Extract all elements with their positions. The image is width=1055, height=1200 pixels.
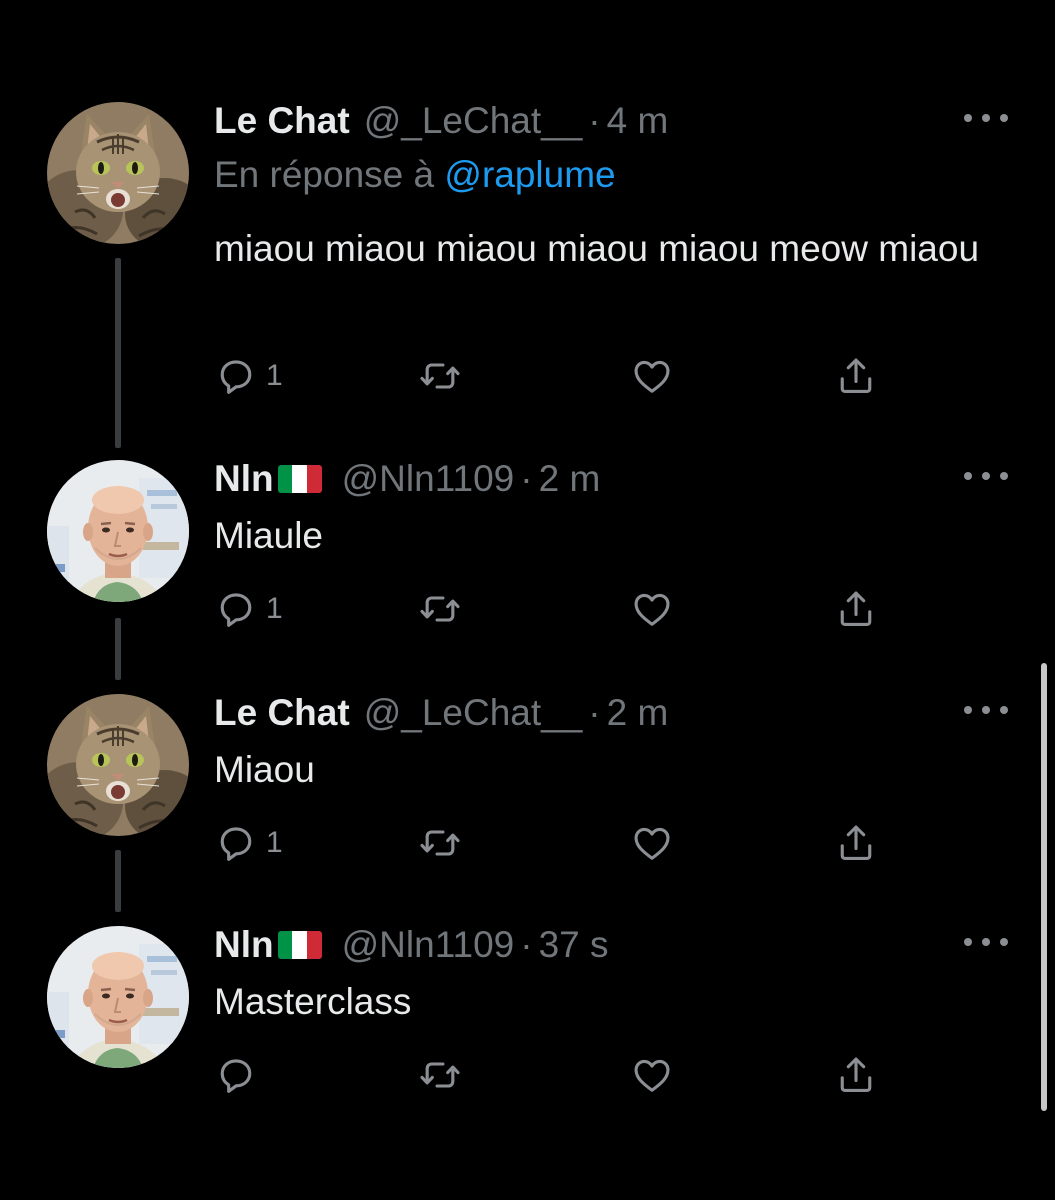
share-icon (834, 1053, 878, 1097)
reply-count: 1 (266, 359, 283, 392)
timestamp[interactable]: 4 m (607, 100, 669, 142)
display-name[interactable]: Le Chat (214, 100, 350, 142)
reply-count: 1 (266, 592, 283, 625)
retweet-button[interactable] (418, 821, 462, 865)
share-button[interactable] (834, 821, 878, 865)
reply-button[interactable]: 1 (214, 354, 283, 398)
separator-dot: · (520, 458, 533, 499)
scrollbar[interactable] (1041, 663, 1047, 1111)
share-button[interactable] (834, 1053, 878, 1097)
tweet-actions (214, 1053, 894, 1097)
separator-dot: · (520, 924, 533, 965)
retweet-icon (418, 1053, 462, 1097)
heart-icon (630, 821, 674, 865)
reply-button[interactable]: 1 (214, 587, 283, 631)
user-handle[interactable]: @Nln1109 (342, 924, 515, 966)
share-icon (834, 354, 878, 398)
tweet-actions: 1 (214, 821, 894, 865)
tweet-header: Le Chat @_LeChat__ · 2 m (214, 690, 668, 736)
reply-icon (214, 1053, 258, 1097)
timestamp[interactable]: 2 m (539, 458, 601, 500)
reply-button[interactable]: 1 (214, 821, 283, 865)
bald-man-avatar[interactable] (47, 926, 189, 1068)
tweet-text: Miaule (214, 515, 323, 556)
more-icon[interactable] (964, 112, 1008, 124)
tweet-header: Nln @Nln1109 · 37 s (214, 922, 609, 968)
retweet-icon (418, 354, 462, 398)
timestamp[interactable]: 37 s (539, 924, 609, 966)
share-button[interactable] (834, 587, 878, 631)
cat-avatar[interactable] (47, 102, 189, 244)
reply-button[interactable] (214, 1053, 258, 1097)
like-button[interactable] (630, 821, 674, 865)
cat-avatar[interactable] (47, 694, 189, 836)
user-handle[interactable]: @Nln1109 (342, 458, 515, 500)
more-icon[interactable] (964, 936, 1008, 948)
reply-prefix: En réponse à (214, 154, 435, 195)
reply-icon (214, 587, 258, 631)
heart-icon (630, 354, 674, 398)
retweet-button[interactable] (418, 587, 462, 631)
tweet-text: Miaou (214, 749, 315, 790)
italy-flag-icon (277, 931, 322, 959)
share-icon (834, 587, 878, 631)
tweet-actions: 1 (214, 587, 894, 631)
reply-icon (214, 821, 258, 865)
tweet-text: Masterclass (214, 981, 412, 1022)
retweet-button[interactable] (418, 1053, 462, 1097)
display-name[interactable]: Nln (214, 924, 274, 966)
user-handle[interactable]: @_LeChat__ (364, 692, 583, 734)
share-button[interactable] (834, 354, 878, 398)
share-icon (834, 821, 878, 865)
reply-count: 1 (266, 826, 283, 859)
like-button[interactable] (630, 1053, 674, 1097)
separator-dot: · (588, 100, 601, 141)
more-icon[interactable] (964, 470, 1008, 482)
like-button[interactable] (630, 587, 674, 631)
heart-icon (630, 587, 674, 631)
display-name[interactable]: Nln (214, 458, 274, 500)
more-icon[interactable] (964, 704, 1008, 716)
separator-dot: · (588, 692, 601, 733)
bald-man-avatar[interactable] (47, 460, 189, 602)
tweet-text: miaou miaou miaou miaou miaou meow miaou (214, 228, 980, 269)
tweet-header: Le Chat @_LeChat__ · 4 m (214, 98, 668, 144)
retweet-button[interactable] (418, 354, 462, 398)
thread-line (115, 258, 121, 448)
user-handle[interactable]: @_LeChat__ (364, 100, 583, 142)
tweet-actions: 1 (214, 354, 894, 398)
reply-mention-link[interactable]: @raplume (444, 154, 615, 195)
thread: Le Chat @_LeChat__ · 4 m En réponse à @r… (0, 0, 1055, 1200)
heart-icon (630, 1053, 674, 1097)
retweet-icon (418, 821, 462, 865)
italy-flag-icon (277, 465, 322, 493)
thread-line (115, 618, 121, 680)
retweet-icon (418, 587, 462, 631)
timestamp[interactable]: 2 m (607, 692, 669, 734)
thread-line (115, 850, 121, 912)
display-name[interactable]: Le Chat (214, 692, 350, 734)
reply-icon (214, 354, 258, 398)
reply-context: En réponse à @raplume (214, 154, 616, 196)
tweet-header: Nln @Nln1109 · 2 m (214, 456, 600, 502)
like-button[interactable] (630, 354, 674, 398)
